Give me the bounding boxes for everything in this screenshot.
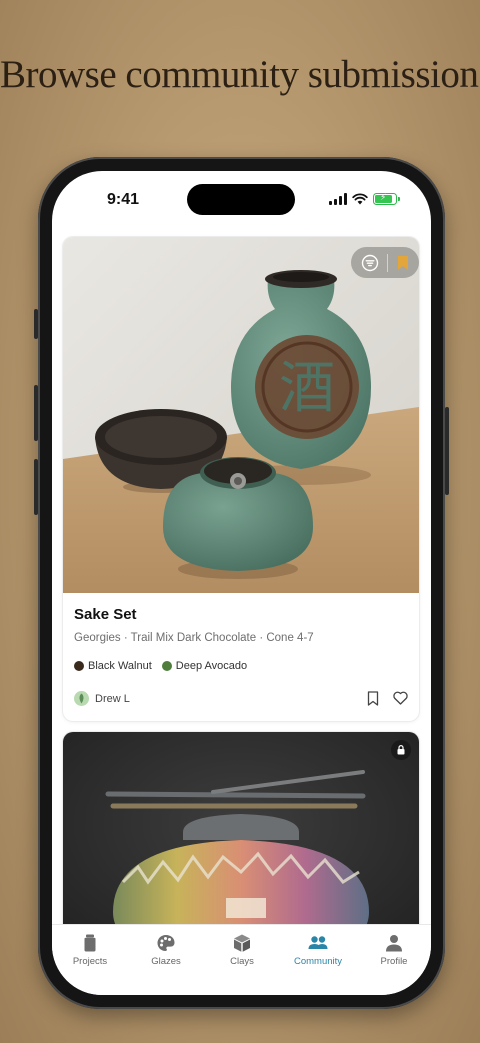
status-bar: 9:41 ⚡	[52, 171, 431, 227]
phone-frame: 9:41 ⚡ 酒 Sake Set Georgies · Trail Mix D…	[34, 157, 449, 1009]
glaze-color-dot	[161, 661, 172, 671]
owner-badge[interactable]	[391, 740, 411, 760]
wifi-icon	[352, 193, 368, 205]
bookmark-icon[interactable]	[367, 691, 379, 706]
app-screen: 9:41 ⚡ 酒 Sake Set Georgies · Trail Mix D…	[52, 171, 431, 995]
tab-projects[interactable]: Projects	[52, 933, 128, 967]
svg-text:酒: 酒	[279, 356, 335, 421]
avatar	[74, 691, 89, 706]
card-actions-pill	[351, 247, 419, 278]
power-button	[445, 407, 449, 495]
jar-icon	[84, 934, 96, 952]
glaze-color-dot	[74, 661, 84, 671]
heart-icon[interactable]	[393, 691, 408, 705]
people-icon	[308, 936, 328, 949]
glaze-name: Black Walnut	[88, 660, 152, 672]
status-time: 9:41	[107, 191, 140, 208]
tab-bar: Projects Glazes Clays Community Profile	[52, 924, 431, 995]
status-icons: ⚡	[329, 192, 400, 205]
tab-profile[interactable]: Profile	[356, 933, 431, 967]
dynamic-island	[187, 184, 295, 215]
silent-switch	[34, 309, 38, 339]
submission-title: Sake Set	[74, 606, 137, 623]
palette-icon	[157, 935, 175, 951]
tab-clays[interactable]: Clays	[204, 933, 280, 967]
tab-label: Clays	[230, 956, 254, 967]
author-name: Drew L	[95, 692, 130, 705]
glaze-chip[interactable]: Black Walnut	[74, 660, 152, 672]
tab-glazes[interactable]: Glazes	[128, 933, 204, 967]
submission-details: Sake Set Georgies · Trail Mix Dark Choco…	[63, 593, 419, 721]
tab-label: Profile	[380, 956, 408, 967]
volume-down-button	[34, 459, 38, 515]
submission-photo-raku-jar[interactable]	[63, 732, 419, 924]
author[interactable]: Drew L	[74, 691, 130, 706]
headline: Browse community submissions	[0, 53, 480, 96]
glaze-name: Deep Avocado	[175, 660, 248, 672]
submission-photo-sake-set[interactable]: 酒	[63, 237, 419, 593]
volume-up-button	[34, 385, 38, 441]
lock-icon	[397, 745, 405, 755]
filter-icon[interactable]	[361, 254, 379, 272]
glaze-list: Black Walnut Deep Avocado	[74, 660, 247, 672]
bookmark-filled-icon[interactable]	[397, 255, 409, 271]
tab-label: Projects	[72, 956, 108, 967]
tab-community[interactable]: Community	[280, 933, 356, 967]
submission-subtitle: Georgies · Trail Mix Dark Chocolate · Co…	[74, 632, 314, 644]
person-icon	[386, 935, 402, 952]
battery-charging-icon: ⚡	[373, 192, 400, 205]
submission-card[interactable]: 酒 Sake Set Georgies · Trail Mix Dark Cho…	[63, 237, 419, 721]
cube-icon	[234, 934, 250, 952]
tab-label: Community	[293, 956, 343, 967]
card-actions	[367, 691, 408, 706]
submission-card[interactable]	[63, 732, 419, 924]
community-feed[interactable]: 酒 Sake Set Georgies · Trail Mix Dark Cho…	[52, 227, 431, 924]
cellular-signal-icon	[329, 193, 347, 205]
tab-label: Glazes	[151, 956, 181, 967]
glaze-chip[interactable]: Deep Avocado	[161, 660, 248, 672]
